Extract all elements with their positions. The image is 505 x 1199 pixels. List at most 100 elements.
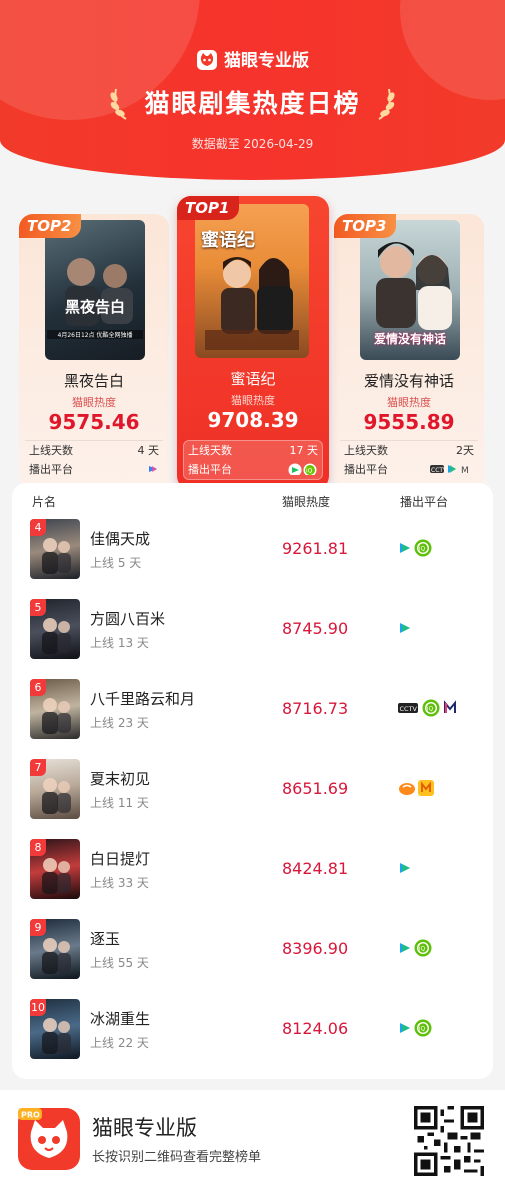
row-name: 八千里路云和月 (90, 690, 196, 708)
table-row[interactable]: 4 佳偶天成 上线 5 天 9261.81 iQ (12, 513, 493, 593)
row-name: 方圆八百米 (90, 610, 166, 628)
app-logo-icon[interactable]: PRO (18, 1108, 80, 1170)
row-score: 8745.90 (282, 619, 349, 638)
row-score: 9261.81 (282, 539, 349, 558)
rank-badge: 9 (30, 919, 46, 936)
platform-icons: CCTV iQ (398, 699, 456, 717)
platform-icons: CCTV M (430, 465, 469, 475)
row-poster: 6 (30, 679, 80, 739)
svg-text:iQ: iQ (419, 946, 426, 953)
laurel-left-icon (110, 88, 127, 120)
podium-top3[interactable]: 爱情没有神话 TOP3 爱情没有神话 猫眼热度 9555.89 上线天数 2天 播… (334, 214, 484, 490)
row-poster: 10 (30, 999, 80, 1059)
days-label: 上线天数 (188, 444, 232, 457)
row-name: 白日提灯 (90, 850, 151, 868)
row-poster: 7 (30, 759, 80, 819)
platform-icons (400, 623, 410, 633)
svg-text:iQ: iQ (419, 546, 426, 553)
platform-icons (400, 863, 410, 873)
row-days: 上线 33 天 (90, 876, 149, 890)
row-poster: 5 (30, 599, 80, 659)
header-score: 猫眼热度 (282, 495, 331, 509)
poster-title: 爱情没有神话 (373, 332, 446, 346)
info-box: 上线天数 17 天 播出平台 iQ (183, 440, 323, 480)
show-name: 蜜语纪 (230, 370, 276, 388)
platform-icons (399, 780, 434, 796)
table-row[interactable]: 6 八千里路云和月 上线 23 天 8716.73 CCTV iQ (12, 673, 493, 753)
podium-top2[interactable]: 黑夜告白 4月26日12点 优酷全网独播 TOP2 黑夜告白 猫眼热度 9575… (19, 214, 169, 490)
poster-title: 蜜语纪 (201, 230, 255, 251)
row-name: 夏末初见 (90, 770, 151, 788)
poster-top1: 蜜语纪 (195, 204, 309, 358)
row-days: 上线 55 天 (90, 956, 149, 970)
date-note: 数据截至 2026-04-29 (191, 137, 314, 151)
table-row[interactable]: 7 夏末初见 上线 11 天 8651.69 (12, 753, 493, 833)
score-value: 9575.46 (48, 410, 140, 434)
days-label: 上线天数 (344, 444, 388, 457)
platform-label: 播出平台 (344, 463, 388, 476)
svg-text:CCTV: CCTV (400, 705, 418, 713)
platform-icons: iQ (400, 539, 432, 557)
rank-badge: 4 (30, 519, 46, 536)
platform-icons: iQ (400, 939, 432, 957)
show-name: 黑夜告白 (63, 372, 124, 390)
header-banner: 猫眼专业版 猫眼剧集热度日榜 数据截至 2026-04-29 (0, 0, 505, 180)
platform-icons: iQ (400, 1019, 432, 1037)
rank-badge: 7 (30, 759, 46, 776)
score-value: 9708.39 (207, 408, 299, 432)
poster-caption: 4月26日12点 优酷全网独播 (47, 330, 143, 339)
pro-badge: PRO (21, 1111, 40, 1120)
page-title: 猫眼剧集热度日榜 (0, 84, 505, 121)
qr-code[interactable] (414, 1106, 484, 1176)
row-score: 8716.73 (282, 699, 349, 718)
row-name: 冰湖重生 (90, 1010, 151, 1028)
row-score: 8396.90 (282, 939, 349, 958)
poster-top2: 黑夜告白 4月26日12点 优酷全网独播 (45, 220, 145, 360)
poster-title: 黑夜告白 (64, 298, 125, 316)
days-value: 2天 (456, 444, 474, 457)
table-row[interactable]: 5 方圆八百米 上线 13 天 8745.90 (12, 593, 493, 673)
row-days: 上线 13 天 (90, 636, 149, 650)
rank-tag: TOP2 (19, 214, 82, 238)
row-score: 8651.69 (282, 779, 349, 798)
svg-text:iQ: iQ (419, 1026, 426, 1033)
days-value: 17 天 (289, 444, 319, 457)
table-row[interactable]: 8 白日提灯 上线 33 天 8424.81 (12, 833, 493, 913)
rank-badge: 8 (30, 839, 46, 856)
table-row[interactable]: 10 冰湖重生 上线 22 天 8124.06 iQ (12, 993, 493, 1073)
header-name: 片名 (32, 495, 57, 509)
svg-text:M: M (461, 466, 469, 475)
platform-icons: iQ (288, 463, 317, 475)
row-days: 上线 5 天 (90, 556, 142, 570)
row-days: 上线 11 天 (90, 796, 149, 810)
poster-top3: 爱情没有神话 (360, 220, 460, 360)
svg-text:CCTV: CCTV (431, 467, 448, 474)
info-box: 上线天数 4 天 播出平台 (25, 440, 163, 479)
poster-art (65, 258, 133, 326)
footer-title: 猫眼专业版 (92, 1116, 197, 1140)
rank-tag: TOP3 (334, 214, 397, 238)
cat-logo-icon (197, 50, 217, 70)
header-platform: 播出平台 (400, 495, 449, 509)
row-score: 8424.81 (282, 859, 349, 878)
row-poster: 4 (30, 519, 80, 579)
footer: PRO 猫眼专业版 长按识别二维码查看完整榜单 (0, 1090, 505, 1199)
laurel-right-icon (378, 88, 395, 120)
score-label: 猫眼热度 (231, 394, 275, 407)
svg-text:iQ: iQ (306, 468, 313, 475)
ranking-table: 片名 猫眼热度 播出平台 4 佳偶天成 上线 5 天 9261.81 iQ 5 … (12, 483, 493, 1079)
footer-subtitle: 长按识别二维码查看完整榜单 (92, 1150, 262, 1165)
show-name: 爱情没有神话 (363, 372, 454, 390)
table-row[interactable]: 9 逐玉 上线 55 天 8396.90 iQ (12, 913, 493, 993)
title-text: 猫眼剧集热度日榜 (144, 89, 361, 118)
platform-label: 播出平台 (29, 463, 73, 476)
row-days: 上线 22 天 (90, 1036, 149, 1050)
brand-name: 猫眼专业版 (224, 51, 309, 71)
days-value: 4 天 (137, 444, 160, 457)
info-box: 上线天数 2天 播出平台 CCTV M (340, 440, 478, 479)
podium-top1[interactable]: 蜜语纪 TOP1 蜜语纪 猫眼热度 9708.39 上线天数 17 天 播出平台 … (177, 196, 329, 490)
row-poster: 9 (30, 919, 80, 979)
score-label: 猫眼热度 (72, 396, 116, 409)
row-name: 逐玉 (90, 930, 121, 948)
row-poster: 8 (30, 839, 80, 899)
